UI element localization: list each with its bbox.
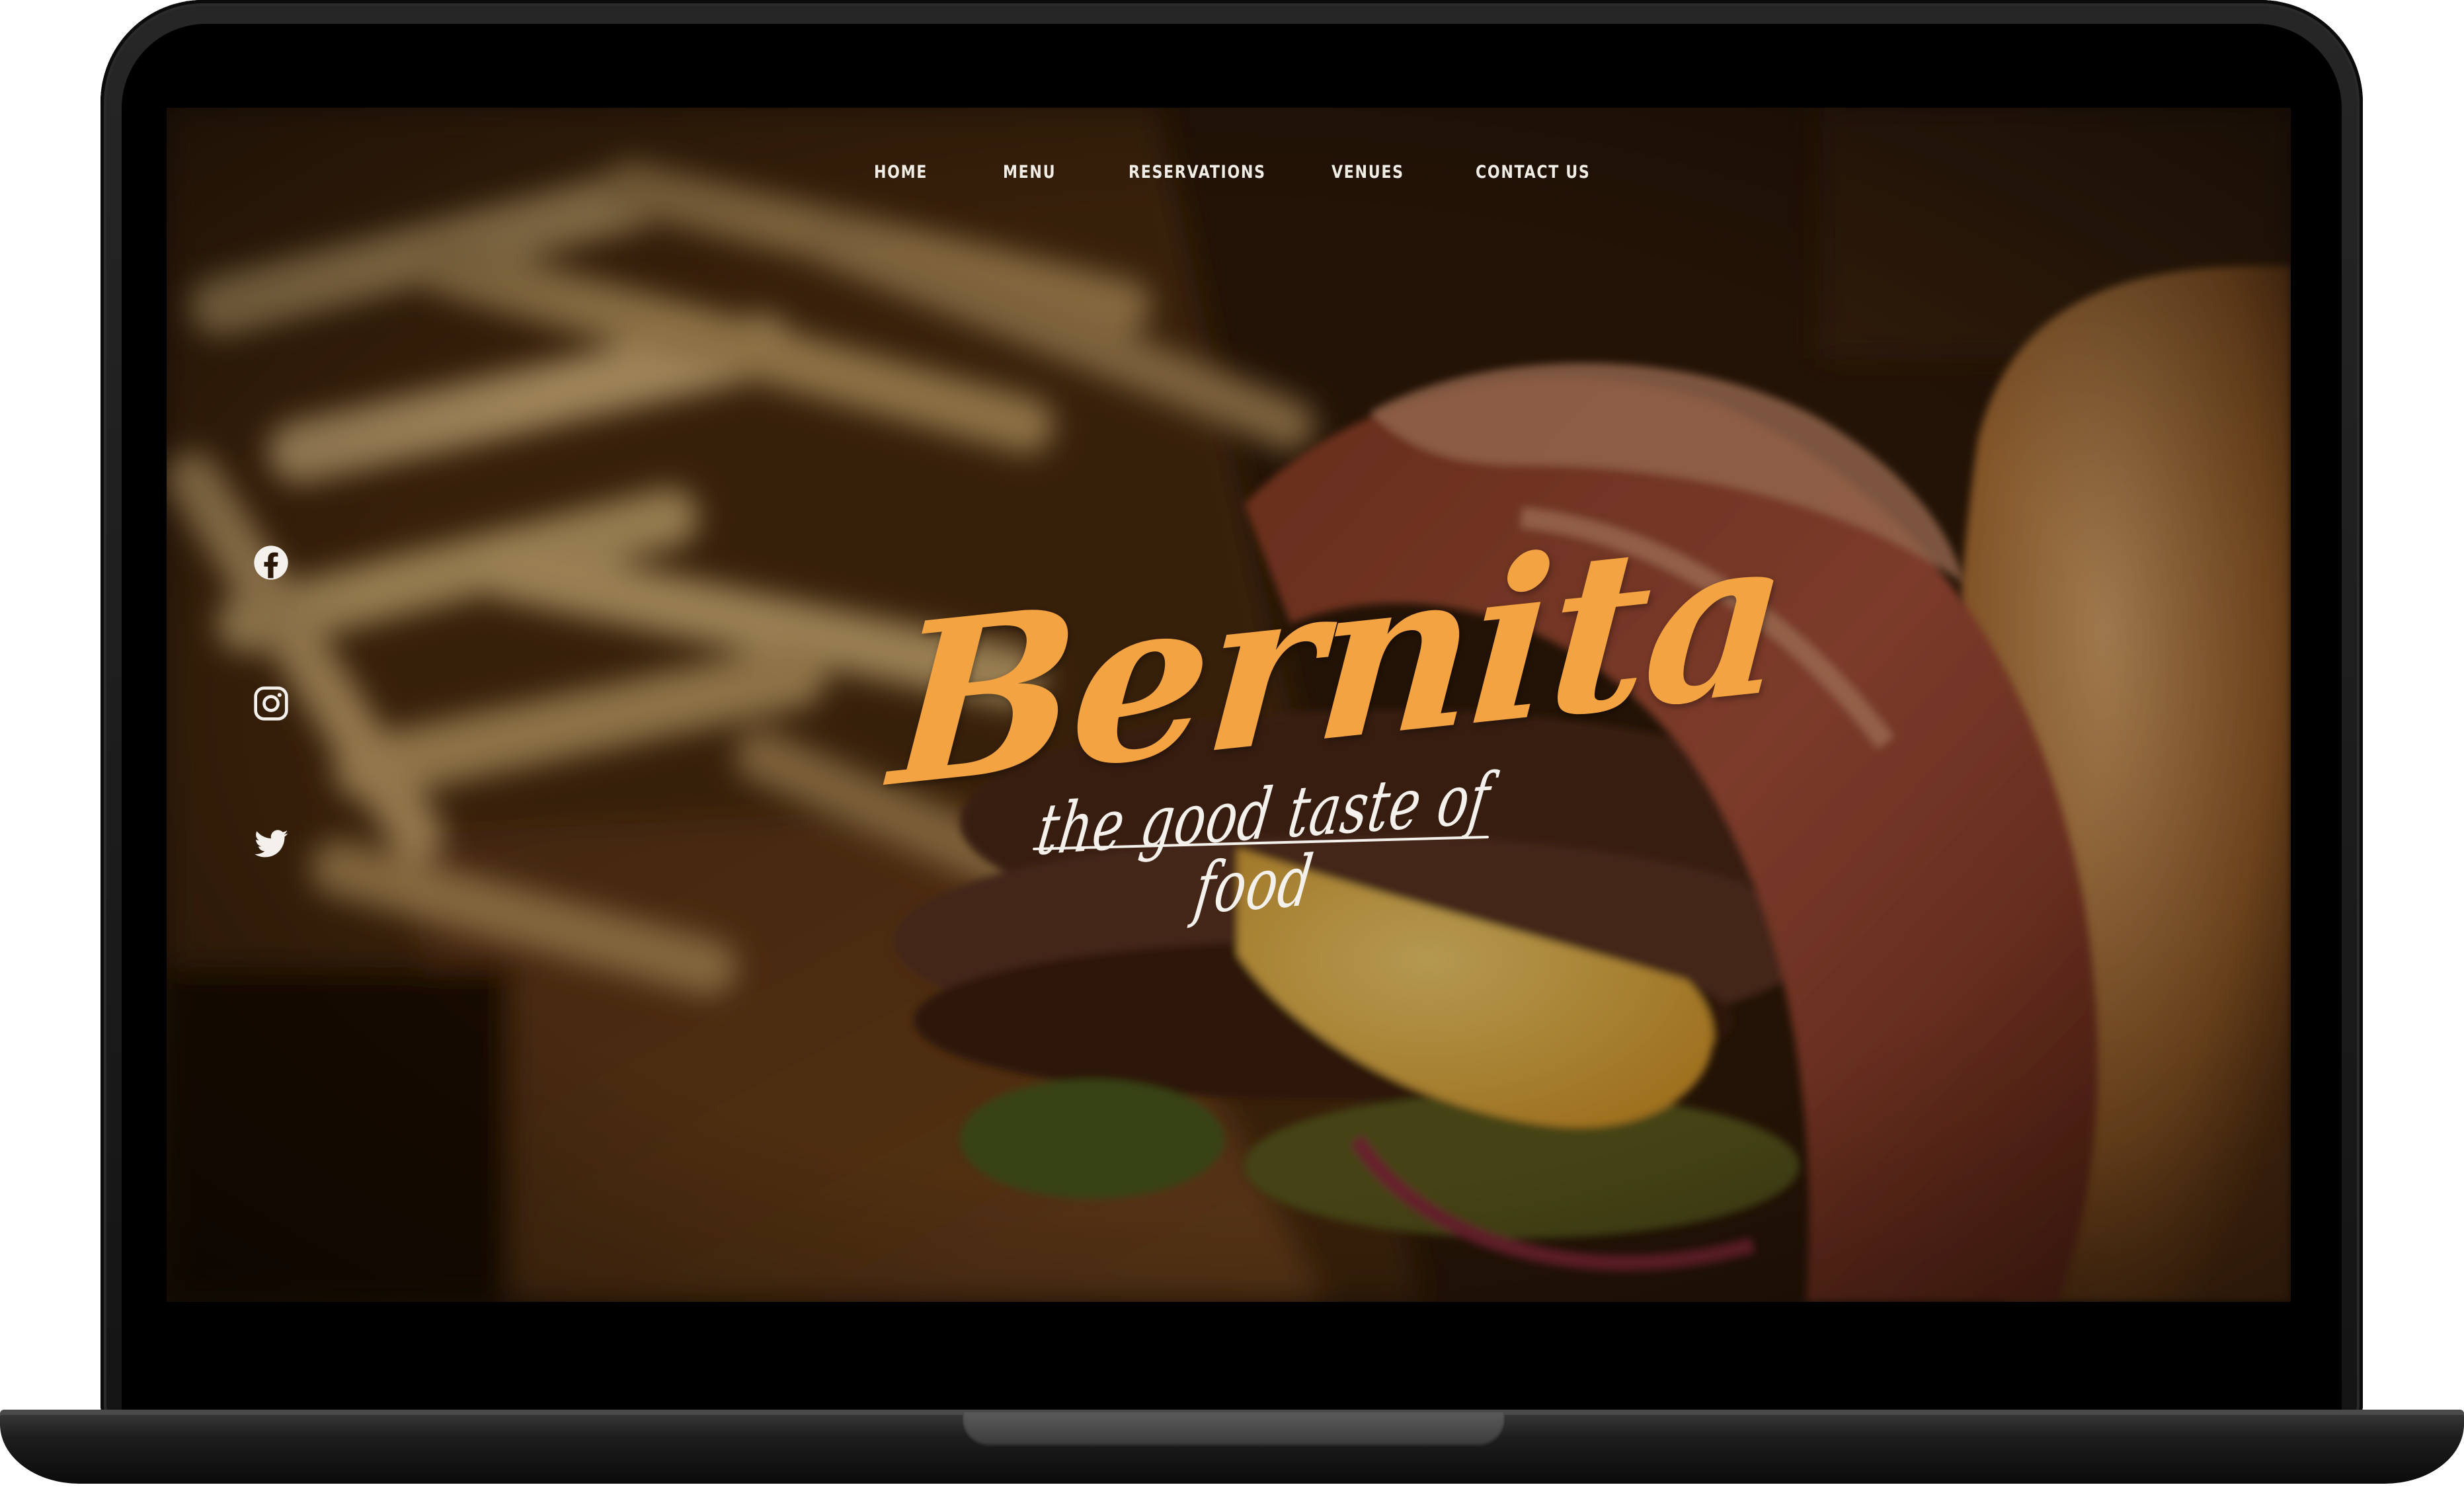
twitter-icon[interactable] <box>253 825 290 862</box>
laptop-opening-notch <box>963 1412 1505 1447</box>
nav-venues-link[interactable]: VENUES <box>1331 147 1404 198</box>
main-nav: HOME MENU RESERVATIONS VENUES CONTACT US <box>167 147 2291 198</box>
nav-reservations-link[interactable]: RESERVATIONS <box>1129 147 1266 198</box>
brand-tagline: the good taste of food <box>1032 758 1495 930</box>
website-screen: HOME MENU RESERVATIONS VENUES CONTACT US… <box>167 108 2291 1302</box>
nav-home-link[interactable]: HOME <box>874 147 928 198</box>
nav-contact-us-link[interactable]: CONTACT US <box>1476 147 1591 198</box>
instagram-icon[interactable] <box>253 685 290 722</box>
brand-logo: Bernita the good taste of food <box>862 483 1814 974</box>
nav-menu-link[interactable]: MENU <box>1003 147 1056 198</box>
facebook-icon[interactable] <box>253 544 290 581</box>
